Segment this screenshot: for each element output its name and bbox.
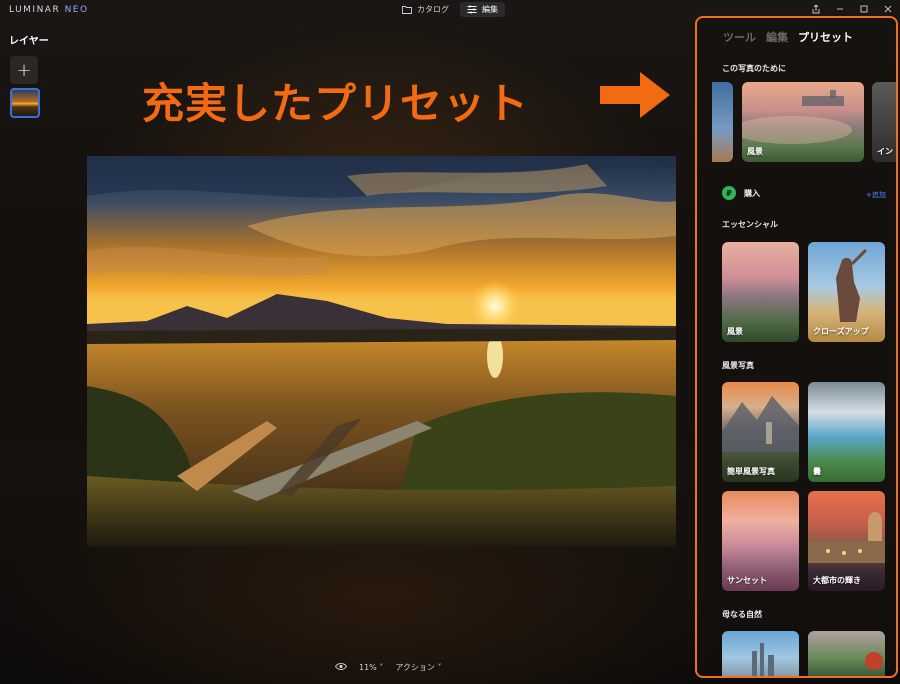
preset-card-label: 簡単風景写真 xyxy=(727,467,775,476)
purchase-icon: ₽ xyxy=(722,186,736,200)
sliders-icon xyxy=(467,5,477,14)
preset-card-closeup[interactable]: クローズアップ xyxy=(808,242,885,342)
preset-thumb-image xyxy=(752,643,774,676)
chevron-down-icon: ˅ xyxy=(434,663,442,672)
preset-card-label: 大都市の輝き xyxy=(813,576,861,585)
section-mother-nature: 母なる自然 xyxy=(722,610,762,619)
preset-card-interior[interactable]: イン xyxy=(872,82,896,162)
maximize-icon[interactable] xyxy=(858,3,870,15)
tab-presets[interactable]: プリセット xyxy=(798,29,853,45)
app-logo: LUMINAR NEO xyxy=(9,5,89,15)
mode-tabs: カタログ 編集 xyxy=(395,2,505,17)
panel-tabs: ツール 編集 プリセット xyxy=(723,29,853,45)
tab-catalog-label: カタログ xyxy=(417,5,449,14)
section-essential: エッセンシャル xyxy=(722,220,778,229)
share-icon[interactable] xyxy=(810,3,822,15)
bottom-toolbar: 11% ˅ アクション ˅ xyxy=(334,662,441,673)
preset-card-partial[interactable] xyxy=(712,82,733,162)
section-landscape-photo: 風景写真 xyxy=(722,361,754,370)
eye-icon[interactable] xyxy=(334,662,348,673)
add-layer-button[interactable]: + xyxy=(10,56,38,84)
tab-edit-label: 編集 xyxy=(482,5,498,14)
actions-dropdown[interactable]: アクション ˅ xyxy=(395,662,441,673)
main-photo[interactable] xyxy=(87,156,676,547)
preset-card-person-field[interactable] xyxy=(808,631,885,676)
preset-card-label: イン xyxy=(877,147,893,156)
zoom-dropdown[interactable]: 11% ˅ xyxy=(359,663,383,672)
purchased-row[interactable]: ₽ 購入 xyxy=(722,186,760,200)
preset-card-label: 風景 xyxy=(747,147,763,156)
preset-card-easy-landscape[interactable]: 簡単風景写真 xyxy=(722,382,799,482)
layer-thumbnail[interactable] xyxy=(10,88,40,118)
purchased-label: 購入 xyxy=(744,188,760,198)
tab-edit-panel[interactable]: 編集 xyxy=(766,29,788,45)
arrow-right-icon xyxy=(600,72,670,118)
preset-card-label: サンセット xyxy=(727,576,767,585)
window-controls xyxy=(810,3,894,15)
preset-card-label: クローズアップ xyxy=(813,327,869,336)
preset-card-label: 風景 xyxy=(727,327,743,336)
sunset-lake-image xyxy=(87,156,676,547)
preset-card-essential-landscape[interactable]: 風景 xyxy=(722,242,799,342)
preset-card-city-sky[interactable] xyxy=(722,631,799,676)
tab-tools[interactable]: ツール xyxy=(723,29,756,45)
add-preset-link[interactable]: +追加 xyxy=(866,190,886,200)
preset-thumb-image xyxy=(865,652,883,670)
preset-card-landscape[interactable]: 風景 xyxy=(742,82,864,162)
headline: 充実したプリセット xyxy=(142,79,530,128)
layers-title: レイヤー xyxy=(9,36,49,47)
chevron-down-icon: ˅ xyxy=(376,663,384,672)
preset-card-cloudy[interactable]: 曇 xyxy=(808,382,885,482)
preset-card-label: 曇 xyxy=(813,467,821,476)
close-icon[interactable] xyxy=(882,3,894,15)
section-for-this-photo: この写真のために xyxy=(722,64,786,73)
preset-card-sunset[interactable]: サンセット xyxy=(722,491,799,591)
folder-icon xyxy=(402,6,412,14)
tab-catalog[interactable]: カタログ xyxy=(395,2,456,17)
tab-edit[interactable]: 編集 xyxy=(460,2,505,17)
preset-card-city-glow[interactable]: 大都市の輝き xyxy=(808,491,885,591)
minimize-icon[interactable] xyxy=(834,3,846,15)
